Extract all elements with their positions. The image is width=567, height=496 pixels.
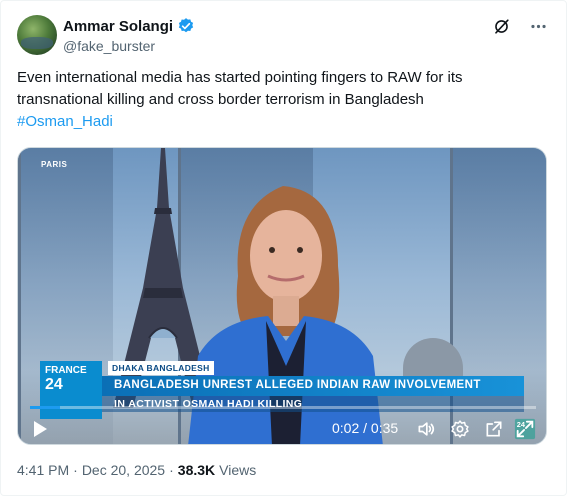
more-icon[interactable] [529, 17, 548, 36]
popout-icon[interactable] [484, 419, 504, 439]
svg-text:24: 24 [517, 420, 526, 429]
play-icon[interactable] [32, 420, 48, 438]
tweet-actions-top [492, 17, 548, 36]
dateline-tag: DHAKA BANGLADESH [108, 361, 214, 375]
tweet-date[interactable]: Dec 20, 2025 [82, 462, 165, 478]
author-name[interactable]: Ammar Solangi [63, 18, 173, 35]
expand-icon[interactable]: 24 [514, 418, 536, 440]
meta-separator: · [169, 462, 174, 478]
meta-separator: · [73, 462, 78, 478]
views-label: Views [219, 462, 257, 478]
video-time: 0:02 / 0:35 [332, 420, 399, 436]
hashtag-link[interactable]: #Osman_Hadi [17, 111, 547, 133]
tweet-card: Ammar Solangi @fake_burster Even interna… [0, 0, 567, 496]
author-handle[interactable]: @fake_burster [63, 38, 155, 54]
video-player[interactable]: PARIS FRANCE 24 DHAKA BANGLADESH BANGLAD… [17, 147, 547, 445]
location-label: PARIS [41, 160, 68, 169]
tweet-text: Even international media has started poi… [17, 67, 547, 133]
avatar[interactable] [17, 15, 57, 55]
tweet-meta: 4:41 PM · Dec 20, 2025 · 38.3K Views [17, 462, 256, 478]
views-count: 38.3K [177, 462, 216, 478]
settings-icon[interactable] [450, 419, 470, 439]
tweet-body: Even international media has started poi… [17, 69, 463, 108]
grok-icon[interactable] [492, 17, 511, 36]
author-name-row: Ammar Solangi [63, 17, 195, 35]
volume-icon[interactable] [416, 419, 436, 439]
video-controls: 0:02 / 0:35 24 [18, 408, 546, 444]
headline-ticker: BANGLADESH UNREST ALLEGED INDIAN RAW INV… [102, 376, 524, 396]
verified-badge-icon [178, 18, 194, 33]
tweet-time[interactable]: 4:41 PM [17, 462, 69, 478]
